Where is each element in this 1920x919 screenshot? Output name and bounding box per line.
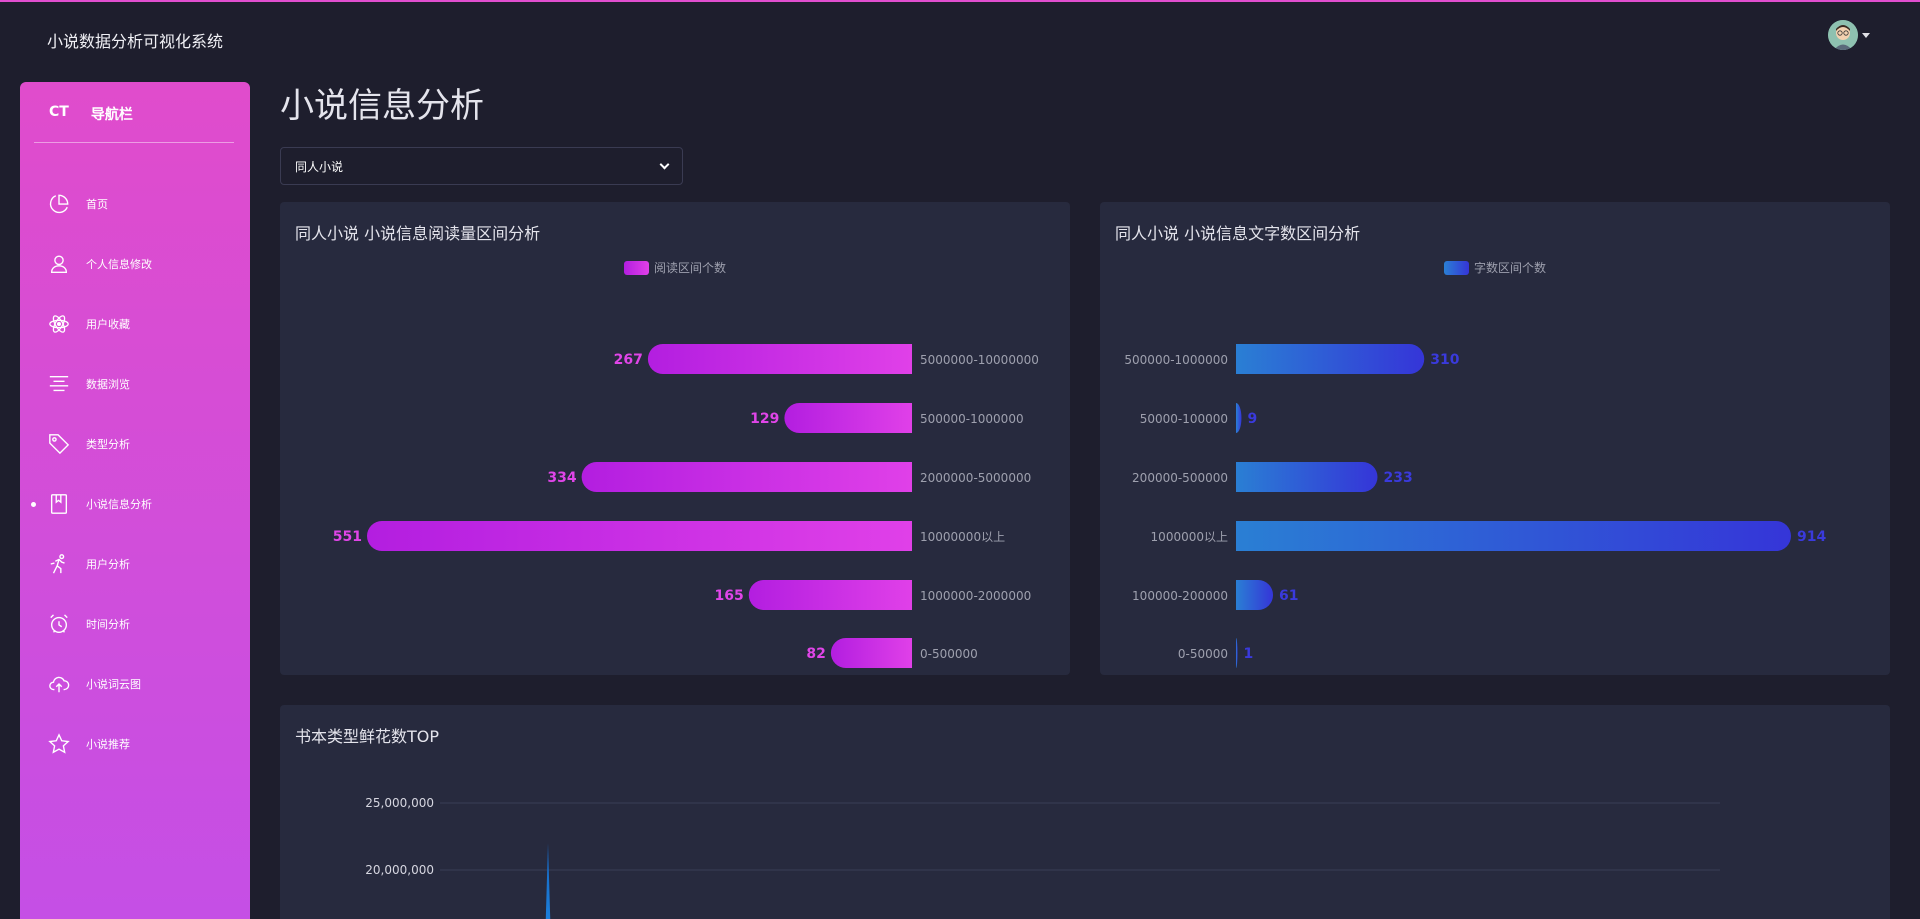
data-label: 82 bbox=[806, 646, 825, 662]
sidebar-item-label: 小说推荐 bbox=[86, 738, 130, 751]
sidebar-item-home[interactable]: 首页 bbox=[20, 174, 250, 234]
sidebar-item-label: 小说词云图 bbox=[86, 678, 141, 691]
category-label: 1000000-2000000 bbox=[920, 589, 1031, 603]
category-label: 1000000以上 bbox=[1151, 530, 1228, 544]
sidebar-item-label: 首页 bbox=[86, 198, 108, 211]
data-label: 129 bbox=[750, 411, 779, 427]
category-label: 50000-100000 bbox=[1140, 412, 1228, 426]
data-label: 267 bbox=[614, 352, 643, 368]
chevron-down-icon bbox=[659, 159, 670, 169]
read-range-chart-card: 同人小说 小说信息阅读量区间分析 阅读区间个数 267 5000000-10000… bbox=[280, 202, 1070, 675]
category-label: 500000-1000000 bbox=[920, 412, 1024, 426]
sidebar-item-profile[interactable]: 个人信息修改 bbox=[20, 234, 250, 294]
category-label: 0-50000 bbox=[1178, 647, 1228, 661]
alarm-clock-icon bbox=[47, 612, 71, 636]
bar bbox=[830, 638, 912, 668]
book-icon bbox=[47, 492, 71, 516]
sidebar-item-label: 个人信息修改 bbox=[86, 258, 152, 271]
app-title: 小说数据分析可视化系统 bbox=[47, 32, 224, 51]
data-label: 165 bbox=[715, 588, 744, 604]
area-peak bbox=[545, 843, 551, 919]
star-icon bbox=[47, 732, 71, 756]
category-label: 10000000以上 bbox=[920, 530, 1005, 544]
sidebar-item-time-analysis[interactable]: 时间分析 bbox=[20, 594, 250, 654]
sidebar-item-word-cloud[interactable]: 小说词云图 bbox=[20, 654, 250, 714]
atom-icon bbox=[47, 312, 71, 336]
sidebar-item-favorites[interactable]: 用户收藏 bbox=[20, 294, 250, 354]
sidebar-item-novel-info[interactable]: 小说信息分析 bbox=[20, 474, 250, 534]
word-range-chart-card: 同人小说 小说信息文字数区间分析 字数区间个数 310 500000-100000… bbox=[1100, 202, 1890, 675]
chevron-down-icon bbox=[1862, 32, 1870, 38]
bar bbox=[1236, 344, 1425, 374]
cloud-upload-icon bbox=[47, 672, 71, 696]
sidebar-item-user-analysis[interactable]: 用户分析 bbox=[20, 534, 250, 594]
type-select-value: 同人小说 bbox=[295, 159, 344, 174]
category-label: 5000000-10000000 bbox=[920, 353, 1039, 367]
sidebar-item-label: 用户收藏 bbox=[86, 318, 130, 331]
read-range-bar-chart: 267 5000000-10000000 129 500000-1000000 334 2… bbox=[333, 344, 1039, 668]
sidebar-item-label: 用户分析 bbox=[86, 558, 130, 571]
sidebar-item-label: 时间分析 bbox=[86, 618, 130, 631]
bar bbox=[1236, 521, 1791, 551]
sidebar-item-label: 小说信息分析 bbox=[86, 498, 152, 511]
flower-area-chart: 25,000,000 20,000,000 bbox=[365, 796, 1720, 919]
tag-icon bbox=[47, 432, 71, 456]
category-label: 0-500000 bbox=[920, 647, 978, 661]
sidebar-item-data-browse[interactable]: 数据浏览 bbox=[20, 354, 250, 414]
bar bbox=[581, 462, 912, 492]
sidebar-item-recommend[interactable]: 小说推荐 bbox=[20, 714, 250, 774]
data-label: 233 bbox=[1383, 470, 1412, 486]
avatar bbox=[1828, 20, 1858, 50]
category-label: 100000-200000 bbox=[1132, 589, 1228, 603]
brand-label: 导航栏 bbox=[90, 107, 133, 123]
sidebar-item-label: 类型分析 bbox=[86, 438, 130, 451]
data-label: 551 bbox=[333, 529, 362, 545]
word-range-bar-chart: 310 500000-1000000 9 50000-100000 233 200000-… bbox=[1124, 344, 1826, 668]
bar bbox=[784, 403, 912, 433]
data-label: 61 bbox=[1279, 588, 1298, 604]
brand-short: CT bbox=[49, 104, 69, 120]
y-tick-label: 20,000,000 bbox=[365, 863, 434, 877]
category-label: 500000-1000000 bbox=[1124, 353, 1228, 367]
y-tick-label: 25,000,000 bbox=[365, 796, 434, 810]
align-center-icon bbox=[47, 372, 71, 396]
sidebar: CT 导航栏 首页 个人信息修改 用户收藏 数据浏览 类型分析 小说信息分析 用… bbox=[20, 82, 250, 919]
sidebar-item-type-analysis[interactable]: 类型分析 bbox=[20, 414, 250, 474]
sidebar-item-label: 数据浏览 bbox=[86, 378, 130, 391]
page-title: 小说信息分析 bbox=[280, 86, 484, 126]
user-icon bbox=[47, 252, 71, 276]
bar bbox=[367, 521, 912, 551]
data-label: 9 bbox=[1247, 411, 1257, 427]
sidebar-brand: CT 导航栏 bbox=[49, 104, 133, 124]
bar bbox=[1236, 580, 1274, 610]
sidebar-divider bbox=[34, 142, 234, 143]
data-label: 334 bbox=[547, 470, 576, 486]
category-label: 200000-500000 bbox=[1132, 471, 1228, 485]
sidebar-nav: 首页 个人信息修改 用户收藏 数据浏览 类型分析 小说信息分析 用户分析 时间分… bbox=[20, 174, 250, 774]
bar bbox=[647, 344, 912, 374]
pie-chart-icon bbox=[47, 192, 71, 216]
bar bbox=[748, 580, 912, 610]
top-bar: 小说数据分析可视化系统 bbox=[0, 2, 1920, 72]
user-menu[interactable] bbox=[1828, 20, 1870, 50]
type-select[interactable]: 同人小说 bbox=[280, 147, 683, 185]
category-label: 2000000-5000000 bbox=[920, 471, 1031, 485]
data-label: 1 bbox=[1244, 646, 1254, 662]
flower-top-chart-card: 书本类型鲜花数TOP 25,000,000 20,000,000 bbox=[280, 705, 1890, 919]
bar bbox=[1236, 638, 1238, 668]
data-label: 914 bbox=[1797, 529, 1826, 545]
running-icon bbox=[47, 552, 71, 576]
bar bbox=[1236, 462, 1378, 492]
data-label: 310 bbox=[1430, 352, 1459, 368]
bar bbox=[1236, 403, 1242, 433]
